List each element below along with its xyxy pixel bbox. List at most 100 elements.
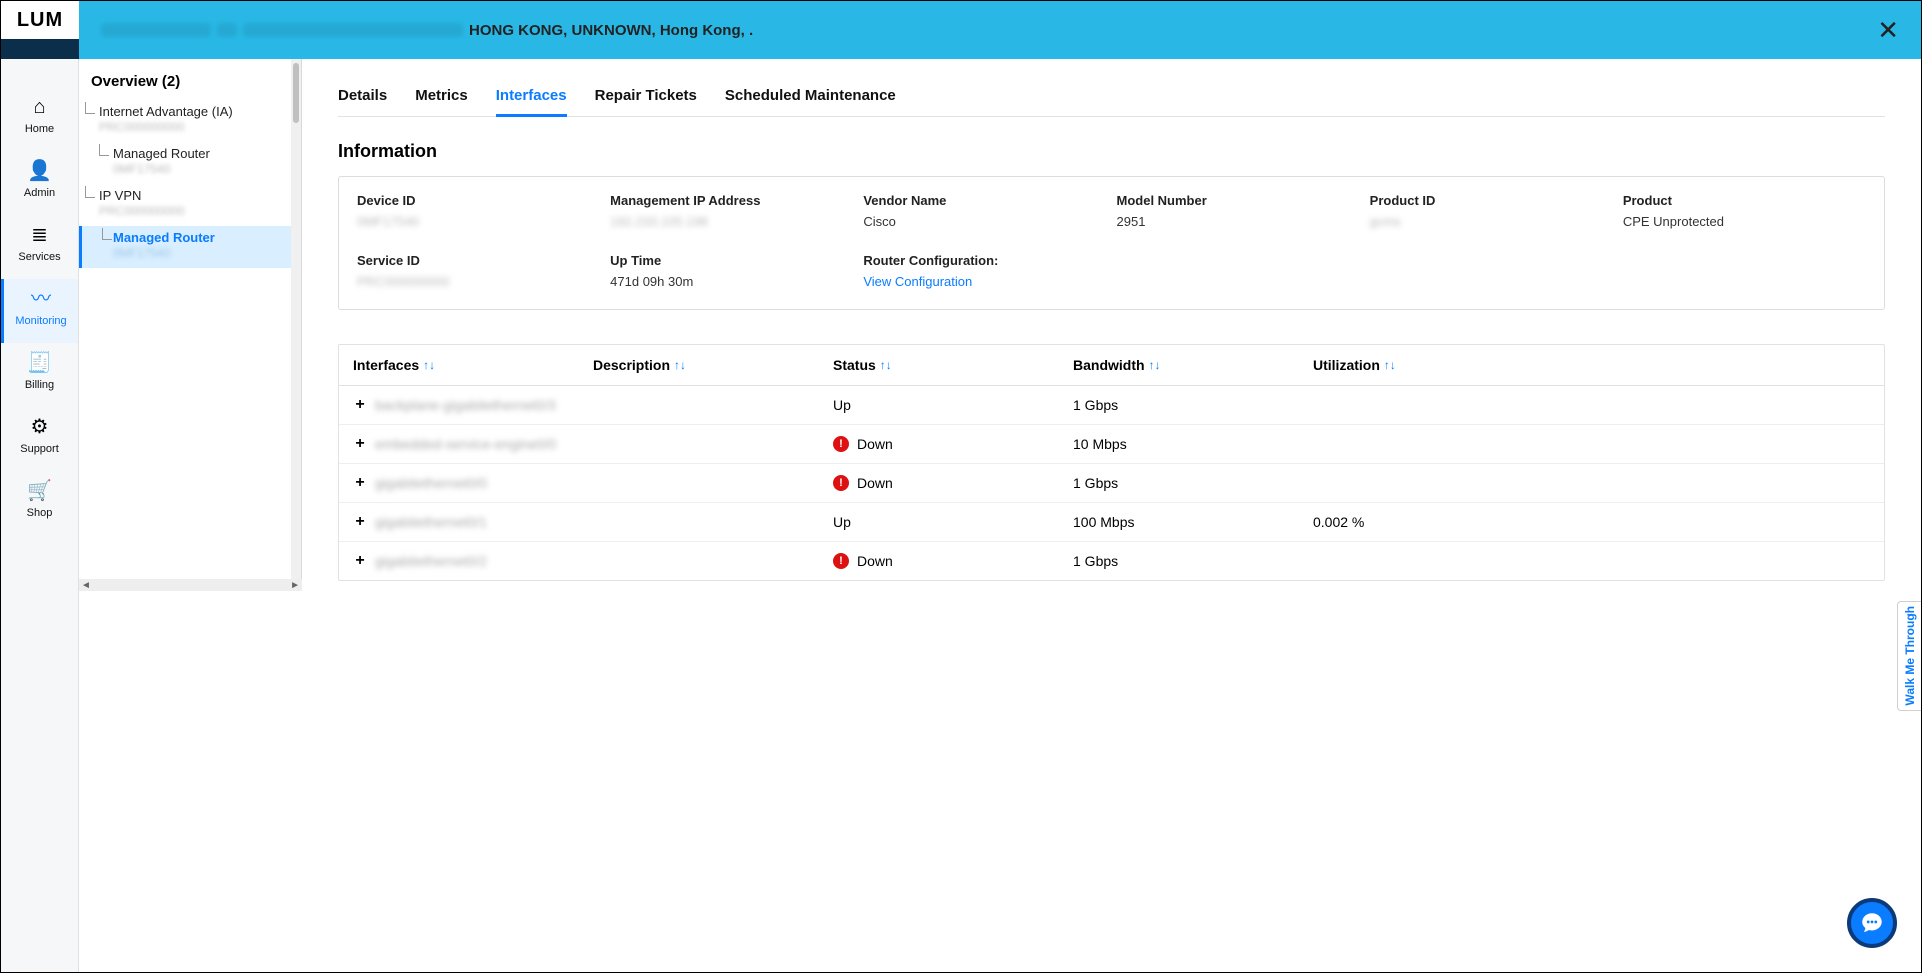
tree-scrollbar-horizontal[interactable]: ◄ ► — [79, 579, 302, 591]
nav-label: Home — [25, 123, 54, 135]
th-description[interactable]: Description ↑↓ — [593, 357, 833, 373]
info-value[interactable]: View Configuration — [863, 274, 1106, 289]
status-text: Down — [857, 475, 893, 491]
status-text: Down — [857, 436, 893, 452]
sort-icon: ↑↓ — [1149, 358, 1161, 372]
topbar-location: HONG KONG, UNKNOWN, Hong Kong, . — [469, 22, 753, 39]
shop-icon: 🛒 — [27, 481, 52, 501]
tab-scheduled-maintenance[interactable]: Scheduled Maintenance — [725, 81, 896, 116]
info-label: Device ID — [357, 193, 600, 208]
expand-icon[interactable]: + — [353, 552, 367, 570]
tree-node-sub: 0MF17540 — [113, 162, 293, 176]
tree-node[interactable]: Internet Advantage (IA)PRC000000000 — [79, 100, 301, 142]
scroll-right-icon[interactable]: ► — [290, 580, 300, 591]
th-label: Utilization — [1313, 357, 1380, 373]
nav-item-shop[interactable]: 🛒 Shop — [1, 471, 78, 535]
tree-node-name: Managed Router — [113, 230, 215, 245]
close-icon[interactable]: ✕ — [1877, 15, 1899, 46]
cell-interface: + backplane-gigabitethernet0/3 — [353, 396, 593, 414]
info-label: Management IP Address — [610, 193, 853, 208]
status-text: Down — [857, 553, 893, 569]
th-label: Interfaces — [353, 357, 419, 373]
th-status[interactable]: Status↑↓ — [833, 357, 1073, 373]
interface-name: gigabitethernet0/0 — [375, 475, 487, 491]
tree-scrollbar-vertical[interactable] — [291, 59, 301, 589]
home-icon: ⌂ — [33, 97, 45, 117]
interface-name: gigabitethernet0/1 — [375, 514, 487, 530]
admin-icon: 👤 — [27, 161, 52, 181]
table-row: +embedded-service-engine0/0! Down10 Mbps — [339, 425, 1884, 464]
info-label: Model Number — [1117, 193, 1360, 208]
walk-me-through-label: Walk Me Through — [1903, 606, 1917, 706]
cell-bandwidth: 100 Mbps — [1073, 514, 1313, 530]
walk-me-through-tab[interactable]: ⌃ Walk Me Through — [1897, 601, 1921, 711]
info-value: 0MF17540 — [357, 214, 600, 229]
nav-item-monitoring[interactable]: 〰Monitoring — [1, 279, 78, 343]
cell-interface: + embedded-service-engine0/0 — [353, 435, 593, 453]
info-value: gcms — [1370, 214, 1613, 229]
info-label: Vendor Name — [863, 193, 1106, 208]
nav-item-home[interactable]: ⌂ Home — [1, 87, 78, 151]
cell-status: ! Down — [833, 436, 1073, 452]
interface-name: backplane-gigabitethernet0/3 — [375, 397, 556, 413]
nav-label: Support — [20, 443, 59, 455]
info-label: Router Configuration: — [863, 253, 1106, 268]
interfaces-table: Interfaces↑↓Description↑↓Status↑↓Bandwid… — [338, 344, 1885, 581]
sort-icon: ↑↓ — [674, 358, 686, 372]
expand-icon[interactable]: + — [353, 396, 367, 414]
billing-icon: 🧾 — [27, 353, 52, 373]
info-product: ProductCPE Unprotected — [1623, 193, 1866, 229]
nav-item-billing[interactable]: 🧾 Billing — [1, 343, 78, 407]
cell-bandwidth: 1 Gbps — [1073, 475, 1313, 491]
cell-interface: + gigabitethernet0/2 — [353, 552, 593, 570]
tab-bar: Details Metrics Interfaces Repair Tickets Sc… — [338, 81, 1885, 117]
info-value: 2951 — [1117, 214, 1360, 229]
tab-details[interactable]: Details — [338, 81, 387, 116]
chat-button[interactable] — [1847, 898, 1897, 948]
tree-node[interactable]: Managed Router0MF17540 — [79, 226, 301, 268]
th-utilization[interactable]: Utilization ↑↓ — [1313, 357, 1870, 373]
th-bandwidth[interactable]: Bandwidth ↑↓ — [1073, 357, 1313, 373]
nav-label: Shop — [27, 507, 53, 519]
tree-angle-icon — [99, 144, 109, 156]
main-content: Details Metrics Interfaces Repair Tickets Sc… — [302, 59, 1921, 972]
nav-label: Billing — [25, 379, 54, 391]
cell-status: ! Down — [833, 475, 1073, 491]
tab-repair-tickets[interactable]: Repair Tickets — [595, 81, 697, 116]
tree-node[interactable]: Managed Router0MF17540 — [79, 142, 301, 184]
cell-status: Up — [833, 514, 1073, 530]
nav-item-admin[interactable]: 👤 Admin — [1, 151, 78, 215]
overview-tree-panel: Overview (2) Internet Advantage (IA)PRC0… — [79, 59, 302, 589]
tree-node[interactable]: IP VPNPRC000000000 — [79, 184, 301, 226]
expand-icon[interactable]: + — [353, 435, 367, 453]
nav-label: Admin — [24, 187, 55, 199]
interface-name: embedded-service-engine0/0 — [375, 436, 556, 452]
scroll-left-icon[interactable]: ◄ — [81, 580, 91, 591]
expand-icon[interactable]: + — [353, 513, 367, 531]
th-label: Status — [833, 357, 876, 373]
expand-icon[interactable]: + — [353, 474, 367, 492]
cell-interface: + gigabitethernet0/0 — [353, 474, 593, 492]
tab-metrics[interactable]: Metrics — [415, 81, 468, 116]
nav-item-support[interactable]: ⚙ Support — [1, 407, 78, 471]
th-label: Bandwidth — [1073, 357, 1145, 373]
th-interfaces[interactable]: Interfaces↑↓ — [353, 357, 593, 373]
sort-icon: ↑↓ — [1384, 358, 1396, 372]
th-label: Description — [593, 357, 670, 373]
info-device_id: Device ID 0MF17540 — [357, 193, 600, 229]
interface-name: gigabitethernet0/2 — [375, 553, 487, 569]
nav-label: Services — [18, 251, 60, 263]
info-value: PRC000000000 — [357, 274, 600, 289]
support-icon: ⚙ — [31, 417, 49, 437]
cell-status: Up — [833, 397, 1073, 413]
status-text: Up — [833, 397, 851, 413]
alert-icon: ! — [833, 553, 849, 569]
tab-interfaces[interactable]: Interfaces — [496, 81, 567, 117]
tree-angle-icon — [102, 228, 112, 240]
information-panel: Device ID0MF17540Management IP Address19… — [338, 176, 1885, 310]
info-service_id: Service IDPRC000000000 — [357, 253, 600, 289]
tree-node-sub: PRC000000000 — [99, 120, 293, 134]
alert-icon: ! — [833, 475, 849, 491]
cell-interface: + gigabitethernet0/1 — [353, 513, 593, 531]
nav-item-services[interactable]: ≣Services — [1, 215, 78, 279]
